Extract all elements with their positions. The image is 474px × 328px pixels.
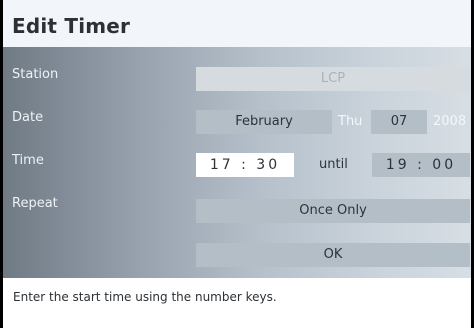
dialog-titlebar: Edit Timer: [3, 0, 471, 47]
date-month-select[interactable]: February: [196, 110, 332, 134]
repeat-label: Repeat: [12, 196, 58, 211]
timer-form: Station LCP Date February Thu 07 2008 Ti…: [3, 47, 471, 278]
until-label: until: [319, 157, 348, 172]
repeat-select[interactable]: Once Only: [196, 199, 470, 223]
help-bar: Enter the start time using the number ke…: [3, 278, 471, 328]
help-text: Enter the start time using the number ke…: [13, 290, 277, 304]
date-weekday: Thu: [338, 114, 363, 129]
date-day-field[interactable]: 07: [371, 110, 427, 134]
time-label: Time: [12, 153, 44, 168]
station-label: Station: [12, 67, 59, 82]
ok-button[interactable]: OK: [196, 243, 470, 267]
date-label: Date: [12, 110, 44, 125]
end-time-input[interactable]: 19 : 00: [372, 153, 470, 177]
dialog-title: Edit Timer: [12, 14, 131, 38]
edit-timer-dialog: Edit Timer Station LCP Date February Thu…: [3, 0, 471, 328]
station-field: LCP: [196, 67, 470, 91]
date-year: 2008: [433, 114, 467, 129]
start-time-input[interactable]: 17 : 30: [196, 153, 294, 177]
